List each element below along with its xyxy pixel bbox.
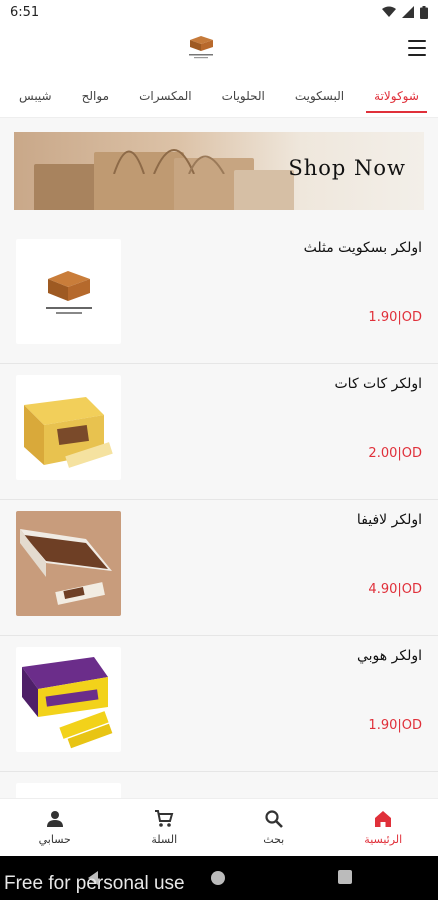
status-bar: 6:51 (0, 0, 438, 24)
promo-banner[interactable]: Shop Now (14, 132, 424, 210)
wifi-icon (382, 6, 396, 17)
signal-icon (402, 6, 414, 18)
tab-nuts[interactable]: المكسرات (137, 79, 194, 113)
product-item[interactable]: اولكر بسكويت مثلث 1.90|OD (0, 228, 438, 364)
product-name: اولكر كات كات (334, 376, 423, 392)
product-image (16, 511, 121, 616)
brown-box-icon (20, 529, 112, 605)
product-name: اولكر هوبي (356, 648, 422, 664)
app-bar (0, 24, 438, 74)
category-tabs: شوكولاتة البسكويت الحلويات المكسرات موال… (0, 74, 438, 118)
product-image (16, 647, 121, 752)
status-icons (382, 5, 428, 19)
home-icon (375, 811, 392, 827)
nav-home[interactable]: الرئيسية (343, 809, 423, 846)
bag-handles-image (113, 149, 225, 174)
nav-search[interactable]: بحث (234, 809, 314, 846)
tab-sweets[interactable]: الحلويات (220, 79, 267, 113)
tab-chocolate[interactable]: شوكولاتة (366, 79, 427, 113)
product-name: اولكر لافيفا (356, 512, 422, 528)
search-icon (265, 810, 283, 828)
product-price: 1.90|OD (368, 310, 422, 325)
purple-box-icon (22, 657, 113, 749)
kandeen-logo-icon (46, 271, 92, 314)
menu-line (408, 40, 426, 42)
product-name: اولكر بسكويت مثلث (303, 240, 422, 256)
nav-cart-label: السلة (151, 833, 178, 846)
cart-icon (155, 810, 174, 827)
product-item[interactable]: اولكر لافيفا 4.90|OD (0, 500, 438, 636)
nav-cart[interactable]: السلة (124, 809, 204, 846)
bottom-nav: الرئيسية بحث السلة حسابي (0, 798, 438, 856)
product-image (16, 375, 121, 480)
menu-line (408, 47, 426, 49)
product-item[interactable]: اولكر كات كات 2.00|OD (0, 364, 438, 500)
menu-line (408, 54, 426, 56)
yellow-box-icon (24, 397, 113, 468)
banner-text: Shop Now (288, 156, 406, 180)
tab-chips[interactable]: شيبس (17, 79, 54, 113)
product-price: 4.90|OD (368, 582, 422, 597)
nav-home-label: الرئيسية (364, 833, 403, 846)
nav-account[interactable]: حسابي (15, 809, 95, 846)
nav-account-label: حسابي (38, 833, 71, 846)
product-image (16, 239, 121, 344)
menu-button[interactable] (408, 40, 426, 56)
product-item[interactable]: اولكر هوبي 1.90|OD (0, 636, 438, 772)
home-circle-icon[interactable] (210, 870, 226, 886)
battery-icon (420, 5, 428, 19)
shopping-bag-image (234, 170, 294, 210)
person-icon (46, 811, 63, 827)
status-time: 6:51 (10, 4, 40, 20)
watermark-text: Free for personal use (4, 873, 185, 894)
logo-icon[interactable] (186, 34, 216, 60)
product-price: 2.00|OD (368, 446, 422, 461)
tab-salty-snacks[interactable]: موالح (80, 79, 111, 113)
nav-search-label: بحث (263, 833, 285, 846)
recents-icon[interactable] (338, 870, 352, 884)
product-price: 1.90|OD (368, 718, 422, 733)
tab-biscuits[interactable]: البسكويت (293, 79, 346, 113)
